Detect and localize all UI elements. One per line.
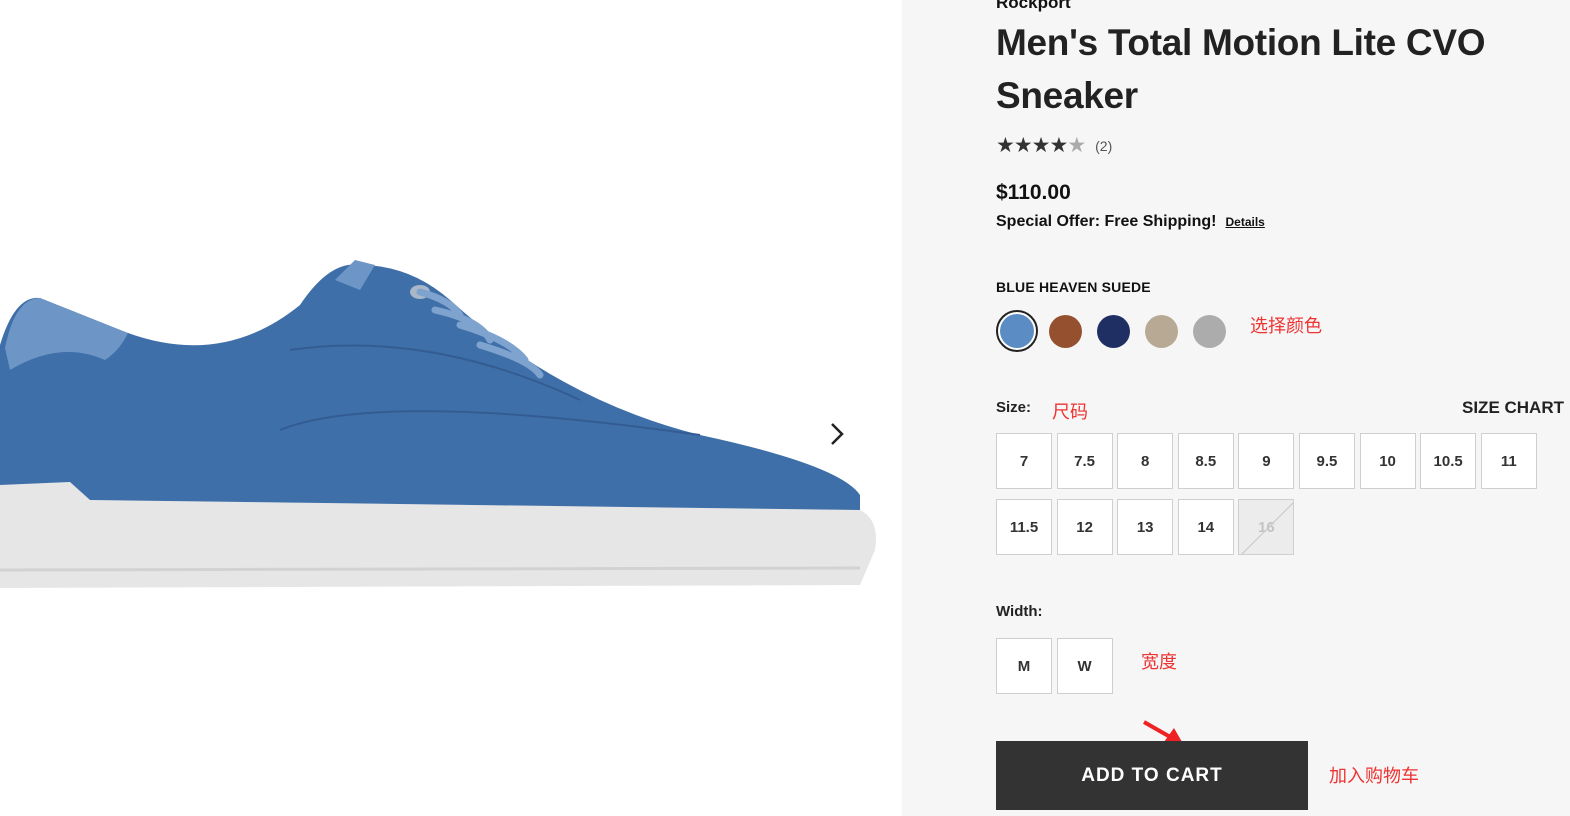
product-rating[interactable]: ★★★★★ (2) bbox=[996, 133, 1112, 158]
special-offer: Special Offer: Free Shipping! Details bbox=[996, 213, 1265, 231]
size-annotation: 尺码 bbox=[1052, 402, 1088, 422]
rating-star-half: ★ bbox=[1067, 134, 1086, 157]
product-details-panel: Rockport Men's Total Motion Lite CVO Sne… bbox=[902, 0, 1570, 816]
product-image bbox=[0, 260, 876, 588]
width-option[interactable]: M bbox=[996, 638, 1052, 694]
color-swatch[interactable] bbox=[1193, 314, 1226, 348]
review-count[interactable]: (2) bbox=[1095, 138, 1112, 154]
selected-color-label: BLUE HEAVEN SUEDE bbox=[996, 279, 1151, 295]
color-swatch[interactable] bbox=[1145, 314, 1178, 348]
width-label: Width: bbox=[996, 603, 1043, 620]
chevron-right-icon bbox=[831, 423, 844, 445]
size-option[interactable]: 14 bbox=[1177, 499, 1234, 555]
size-option[interactable]: 8 bbox=[1117, 433, 1174, 489]
size-option[interactable]: 9 bbox=[1238, 433, 1295, 489]
offer-details-link[interactable]: Details bbox=[1225, 215, 1264, 229]
offer-text: Special Offer: Free Shipping! bbox=[996, 213, 1217, 230]
width-option[interactable]: W bbox=[1056, 638, 1113, 694]
size-option[interactable]: 7 bbox=[996, 433, 1052, 489]
size-option[interactable]: 11.5 bbox=[996, 499, 1052, 555]
gallery-next-button[interactable] bbox=[822, 417, 852, 451]
rating-stars: ★★★★★ bbox=[996, 133, 1086, 158]
color-swatch[interactable] bbox=[996, 310, 1038, 352]
cart-annotation: 加入购物车 bbox=[1329, 766, 1419, 786]
size-option[interactable]: 9.5 bbox=[1298, 433, 1355, 489]
size-option[interactable]: 12 bbox=[1056, 499, 1113, 555]
size-chart-link[interactable]: SIZE CHART bbox=[1462, 398, 1564, 418]
width-options: MW bbox=[996, 638, 1117, 704]
size-option[interactable]: 10 bbox=[1359, 433, 1416, 489]
size-option[interactable]: 13 bbox=[1117, 499, 1174, 555]
color-swatches bbox=[996, 310, 1241, 352]
product-image-gallery bbox=[0, 0, 902, 816]
size-option[interactable]: 7.5 bbox=[1056, 433, 1113, 489]
size-option: 16 bbox=[1238, 499, 1295, 555]
size-option[interactable]: 11 bbox=[1480, 433, 1537, 489]
size-options: 7 7.5 8 8.5 9 9.5 10 10.5 11 11.5 12 13 14 16 bbox=[996, 433, 1556, 565]
rating-stars-full: ★★★★ bbox=[996, 134, 1068, 157]
size-label: Size: bbox=[996, 399, 1032, 416]
width-annotation: 宽度 bbox=[1141, 652, 1177, 672]
size-option[interactable]: 8.5 bbox=[1177, 433, 1234, 489]
color-swatch[interactable] bbox=[1049, 314, 1082, 348]
product-price: $110.00 bbox=[996, 181, 1071, 204]
brand-name: Rockport bbox=[996, 0, 1071, 12]
color-swatch[interactable] bbox=[1097, 314, 1130, 348]
add-to-cart-button[interactable]: ADD TO CART bbox=[996, 741, 1308, 810]
color-annotation: 选择颜色 bbox=[1250, 316, 1322, 336]
size-option[interactable]: 10.5 bbox=[1420, 433, 1477, 489]
product-title: Men's Total Motion Lite CVO Sneaker bbox=[996, 22, 1486, 116]
